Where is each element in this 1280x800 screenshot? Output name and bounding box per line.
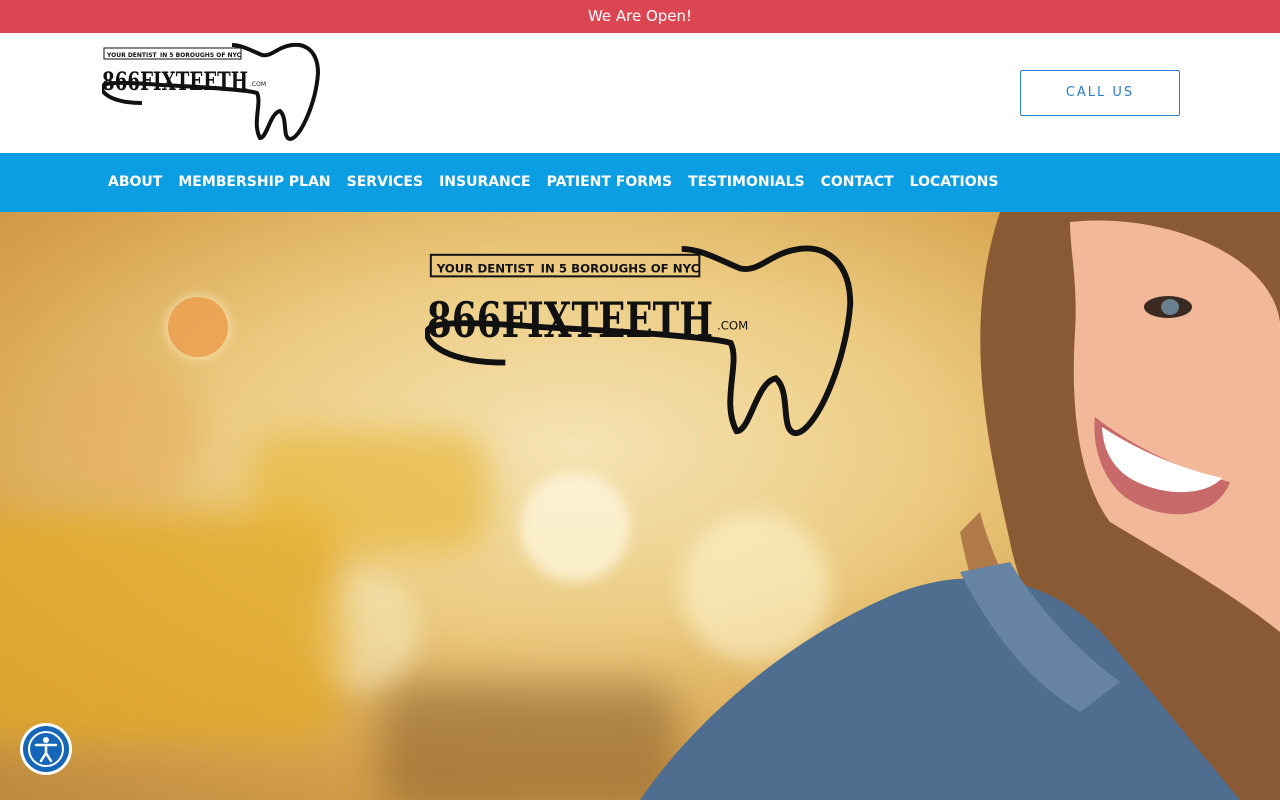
site-header: YOUR DENTIST IN 5 BOROUGHS OF NYC 866FIX… <box>0 33 1280 153</box>
eye-iris <box>1161 299 1179 315</box>
nav-item-insurance[interactable]: INSURANCE <box>431 153 539 212</box>
smiling-woman-photo <box>640 212 1280 800</box>
site-logo[interactable]: YOUR DENTIST IN 5 BOROUGHS OF NYC 866FIX… <box>102 43 322 143</box>
hero-banner: YOUR DENTIST IN 5 BOROUGHS OF NYC 866FIX… <box>0 212 1280 800</box>
accessibility-button[interactable] <box>23 726 69 772</box>
nav-item-patient-forms[interactable]: PATIENT FORMS <box>539 153 680 212</box>
logo-wordmark: 866FIXTEETH <box>102 67 248 96</box>
nav-item-locations[interactable]: LOCATIONS <box>902 153 1007 212</box>
logo-tagline-right: IN 5 BOROUGHS OF NYC <box>160 52 242 59</box>
nav-item-contact[interactable]: CONTACT <box>813 153 902 212</box>
accessibility-icon <box>28 731 64 767</box>
main-nav: ABOUT MEMBERSHIP PLAN SERVICES INSURANCE… <box>0 153 1280 212</box>
nav-item-about[interactable]: ABOUT <box>100 153 170 212</box>
logo-suffix: .COM <box>250 81 266 88</box>
announcement-bar: We Are Open! <box>0 0 1280 33</box>
nav-item-membership-plan[interactable]: MEMBERSHIP PLAN <box>170 153 338 212</box>
nav-list: ABOUT MEMBERSHIP PLAN SERVICES INSURANCE… <box>100 153 1006 212</box>
nav-item-testimonials[interactable]: TESTIMONIALS <box>680 153 813 212</box>
announcement-text: We Are Open! <box>587 7 693 25</box>
logo-tagline-left: YOUR DENTIST <box>106 52 158 59</box>
nav-item-services[interactable]: SERVICES <box>339 153 431 212</box>
call-us-button[interactable]: CALL US <box>1020 70 1180 116</box>
